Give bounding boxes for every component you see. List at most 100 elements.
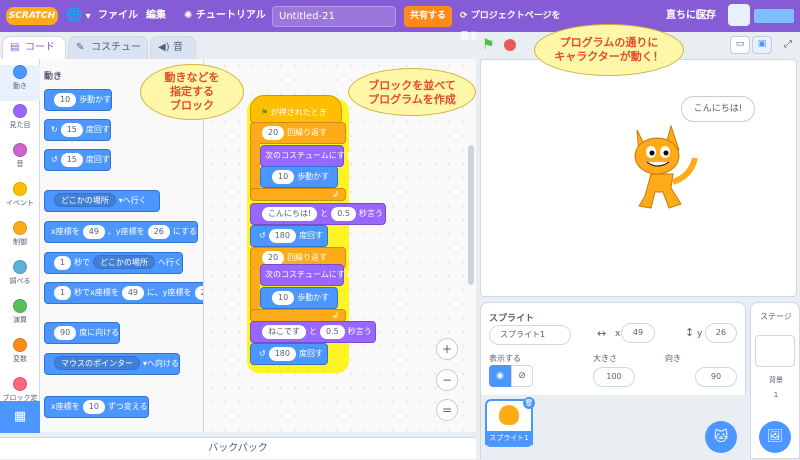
sprite-name-input[interactable]: スプライト1 <box>489 325 571 345</box>
stage[interactable]: こんにちは! <box>480 59 797 297</box>
move-steps-block[interactable]: 10 歩動かす <box>260 287 338 309</box>
edit-menu[interactable]: 編集 <box>146 0 166 32</box>
show-visible-button[interactable]: ◉ <box>489 365 511 387</box>
scratch-logo[interactable]: SCRATCH <box>6 7 58 25</box>
small-stage-button[interactable]: ▭ <box>730 36 750 54</box>
language-menu[interactable]: 🌐 ▾ <box>66 0 91 32</box>
project-page-button[interactable]: ⟳ プロジェクトページを見る <box>460 6 564 42</box>
block-input[interactable]: ねこです <box>262 325 306 339</box>
block-input[interactable]: 26 <box>147 225 170 239</box>
goto-block[interactable]: どこかの場所 ▾へ行く <box>44 190 160 212</box>
y-input[interactable]: 26 <box>705 323 737 343</box>
category-item[interactable]: 調べる <box>0 260 40 286</box>
block-dropdown[interactable]: どこかの場所 <box>54 193 116 207</box>
script-scrollbar[interactable] <box>468 145 474 285</box>
block-input[interactable]: 1 <box>54 256 72 270</box>
goto-xy-block[interactable]: x座標を 49 、y座標を 26 にする <box>44 221 198 243</box>
cat-sprite[interactable] <box>629 122 701 214</box>
when-flag-clicked-block[interactable]: ⚑ が押されたとき <box>250 95 342 123</box>
repeat-block[interactable]: 20 回繰り返す <box>250 122 346 144</box>
block-input[interactable]: 15 <box>60 153 83 167</box>
block-input[interactable]: 1 <box>54 286 72 300</box>
category-item[interactable]: 変数 <box>0 338 40 364</box>
block-input[interactable]: 20 <box>262 251 285 265</box>
category-item[interactable]: 見た目 <box>0 104 40 130</box>
block-input[interactable]: 49 <box>82 225 105 239</box>
glide-block[interactable]: 1 秒で どこかの場所 へ行く <box>44 252 183 274</box>
stop-button[interactable] <box>504 39 516 51</box>
tab-costume[interactable]: ✎コスチューム <box>68 36 148 75</box>
avatar[interactable] <box>728 4 750 26</box>
category-item[interactable]: 演算 <box>0 299 40 325</box>
block-input[interactable]: 10 <box>54 93 77 107</box>
category-dot-icon <box>13 104 27 118</box>
project-title-input[interactable]: Untitled-21 <box>272 6 396 27</box>
block-input[interactable]: 15 <box>60 123 83 137</box>
size-input[interactable]: 100 <box>593 367 635 387</box>
stage-select-panel: ステージ 背景 1 🖼 <box>750 302 800 459</box>
block-input[interactable]: 10 <box>272 291 295 305</box>
block-dropdown[interactable]: どこかの場所 <box>93 255 155 269</box>
say-for-secs-block[interactable]: こんにちは! と 0.5 秒言う <box>250 203 386 225</box>
block-input[interactable]: こんにちは! <box>262 207 318 221</box>
tab-sound[interactable]: ◀) 音 <box>150 36 196 60</box>
block-label: 秒言う <box>358 209 383 218</box>
category-item[interactable]: 動き <box>0 65 40 101</box>
next-costume-block[interactable]: 次のコスチュームにする <box>260 145 353 167</box>
direction-input[interactable]: 90 <box>695 367 737 387</box>
tutorial-menu[interactable]: ✺ チュートリアル <box>184 0 266 32</box>
block-input[interactable]: 0.5 <box>331 207 356 221</box>
block-input[interactable]: 10 <box>82 400 105 414</box>
file-menu[interactable]: ファイル <box>98 0 138 32</box>
turn-right-block[interactable]: ↻ 15 度回す <box>44 119 111 141</box>
turn-left-block[interactable]: ↺ 180 度回す <box>250 225 328 247</box>
block-input[interactable]: 2 <box>194 286 203 300</box>
block-label: 回繰り返す <box>287 253 328 262</box>
say-for-secs-block[interactable]: ねこですと 0.5 秒言う <box>250 321 376 343</box>
folder-icon[interactable]: 🗀 <box>696 0 709 32</box>
turn-left-block[interactable]: ↺ 15 度回す <box>44 149 111 171</box>
category-item[interactable]: 音 <box>0 143 40 169</box>
move-steps-block[interactable]: 10 歩動かす <box>260 166 338 188</box>
point-towards-block[interactable]: マウスのポインター ▾へ向ける <box>44 353 181 375</box>
next-costume-block[interactable]: 次のコスチュームにする <box>260 264 353 286</box>
hide-button[interactable]: ⊘ <box>511 365 533 387</box>
block-label: と <box>320 209 329 218</box>
move-steps-block[interactable]: 10 歩動かす <box>44 89 113 111</box>
x-input[interactable]: 49 <box>621 323 655 343</box>
block-label: x座標を <box>51 402 80 411</box>
change-x-block[interactable]: x座標を 10 ずつ変える <box>44 396 149 418</box>
zoom-out-button[interactable]: − <box>436 369 458 391</box>
tab-code[interactable]: ▤ コード <box>2 36 66 60</box>
block-input[interactable]: 49 <box>121 286 145 300</box>
normal-stage-button[interactable]: ▣ <box>752 36 772 54</box>
block-input[interactable]: 20 <box>262 126 285 140</box>
block-input[interactable]: 180 <box>268 229 296 243</box>
sprite-thumbnail[interactable]: スプライト1 🗑 <box>485 397 535 447</box>
green-flag-button[interactable]: ⚑ <box>482 37 495 53</box>
block-input[interactable]: 10 <box>272 170 295 184</box>
block-input[interactable]: 0.5 <box>320 325 345 339</box>
zoom-reset-button[interactable]: = <box>436 399 458 421</box>
add-backdrop-button[interactable]: 🖼 <box>759 421 791 453</box>
block-input[interactable]: 90 <box>54 326 77 340</box>
zoom-in-button[interactable]: + <box>436 338 458 360</box>
script-area[interactable]: ⚑ が押されたとき 20 回繰り返す 次のコスチュームにする 10 歩動かす ↲ こ… <box>204 59 476 432</box>
turn-left-block[interactable]: ↺ 180 度回す <box>250 343 328 365</box>
category-item[interactable]: イベント <box>0 182 40 208</box>
delete-sprite-icon[interactable]: 🗑 <box>523 397 535 409</box>
category-item[interactable]: 制御 <box>0 221 40 247</box>
block-input[interactable]: 180 <box>268 347 296 361</box>
account-menu[interactable] <box>754 9 794 23</box>
add-sprite-button[interactable]: 🐱 <box>705 421 737 453</box>
glide-xy-block[interactable]: 1秒でx座標を49に、y座標を2 <box>44 282 203 304</box>
category-dot-icon <box>13 338 27 352</box>
point-direction-block[interactable]: 90 度に向ける <box>44 322 121 344</box>
share-button[interactable]: 共有する <box>404 6 452 27</box>
remix-icon: ⟳ <box>460 11 468 21</box>
block-dropdown[interactable]: マウスのポインター <box>54 356 140 370</box>
stage-thumbnail[interactable] <box>755 335 795 367</box>
fullscreen-button[interactable]: ⤢ <box>778 36 798 54</box>
extension-button[interactable]: ▦ <box>0 401 40 433</box>
backpack[interactable]: バックパック <box>0 437 476 459</box>
